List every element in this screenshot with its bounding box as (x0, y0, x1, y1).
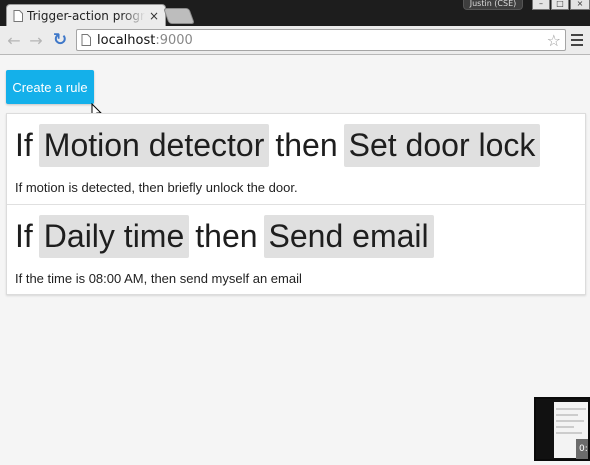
url-host: localhost (97, 32, 156, 48)
if-word: If (15, 218, 33, 254)
rule-card: If Daily time then Send email If the tim… (7, 204, 585, 294)
tab-close-icon[interactable]: × (149, 10, 159, 22)
url-port: :9000 (155, 32, 193, 48)
action-chip[interactable]: Send email (263, 215, 434, 258)
then-word: then (195, 218, 258, 254)
rule-card: If Motion detector then Set door lock If… (7, 114, 585, 204)
reload-icon[interactable]: ↻ (50, 30, 70, 50)
page-icon (13, 9, 23, 22)
rule-description: If the time is 08:00 AM, then send mysel… (15, 271, 302, 286)
tab-title: Trigger-action progr (27, 8, 145, 23)
maximize-window-button[interactable]: □ (551, 0, 569, 10)
if-word: If (15, 127, 33, 163)
address-bar[interactable]: localhost:9000 ☆ (76, 29, 566, 51)
browser-tab-strip: Trigger-action progr × Justin (CSE) – □ … (0, 0, 590, 26)
rule-list: If Motion detector then Set door lock If… (6, 113, 586, 295)
trigger-chip[interactable]: Motion detector (38, 124, 270, 167)
forward-icon[interactable]: → (26, 30, 46, 50)
browser-tab-active[interactable]: Trigger-action progr × (6, 4, 166, 26)
browser-menu-icon[interactable] (571, 34, 583, 46)
rule-sentence: If Daily time then Send email (15, 215, 434, 258)
then-word: then (275, 127, 338, 163)
close-window-button[interactable]: × (570, 0, 590, 10)
video-preview-thumbnail[interactable]: 0: (534, 397, 590, 461)
browser-toolbar: ← → ↻ localhost:9000 ☆ (0, 26, 590, 55)
bookmark-star-icon[interactable]: ☆ (547, 31, 561, 50)
minimize-window-button[interactable]: – (532, 0, 550, 10)
profile-badge[interactable]: Justin (CSE) (463, 0, 523, 10)
action-chip[interactable]: Set door lock (343, 124, 541, 167)
rule-description: If motion is detected, then briefly unlo… (15, 180, 298, 195)
back-icon[interactable]: ← (4, 30, 24, 50)
create-rule-button[interactable]: Create a rule (6, 70, 94, 104)
new-tab-button[interactable] (163, 8, 195, 24)
trigger-chip[interactable]: Daily time (38, 215, 190, 258)
page-icon (81, 34, 91, 46)
video-timestamp: 0: (576, 439, 588, 459)
rule-sentence: If Motion detector then Set door lock (15, 124, 541, 167)
